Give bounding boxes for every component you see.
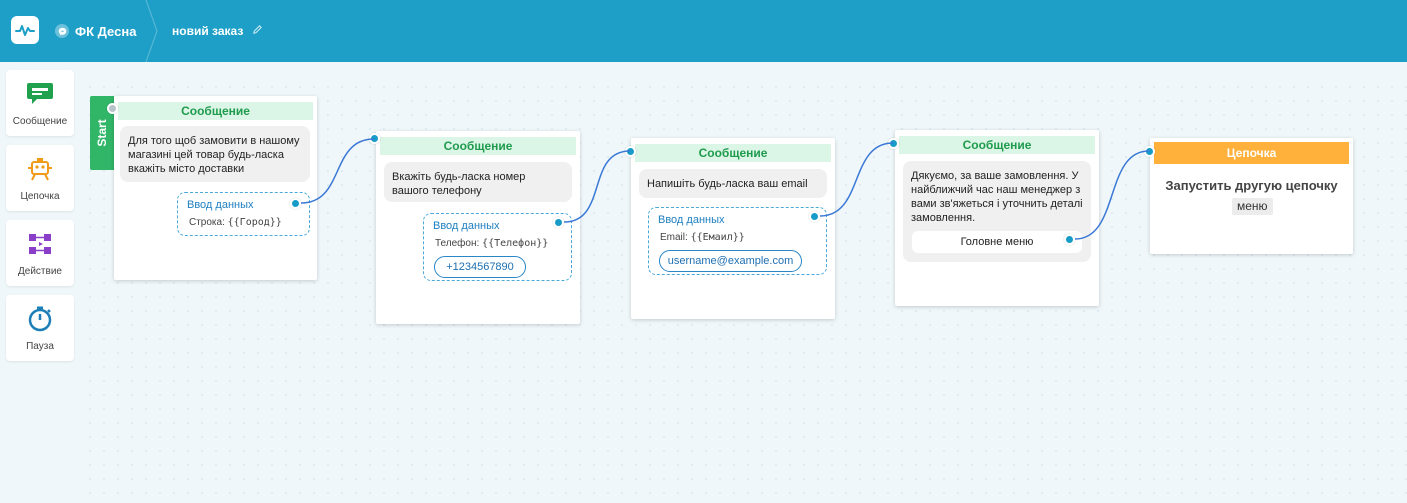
message-node[interactable]: Сообщение Напишіть будь-ласка ваш email … bbox=[631, 138, 835, 319]
node-input-port[interactable] bbox=[1144, 146, 1155, 157]
input-variable: {{Телефон}} bbox=[482, 238, 549, 249]
tool-pause[interactable]: Пауза bbox=[6, 295, 74, 361]
breadcrumb-separator-icon bbox=[145, 0, 158, 62]
tool-message[interactable]: Сообщение bbox=[6, 70, 74, 136]
input-description: Строка: {{Город}} bbox=[189, 217, 282, 228]
bot-name: ФК Десна bbox=[75, 23, 137, 39]
tool-action-label: Действие bbox=[18, 266, 62, 277]
input-example: +1234567890 bbox=[434, 256, 526, 278]
message-node[interactable]: Сообщение Для того щоб замовити в нашому… bbox=[114, 96, 317, 280]
input-label: Телефон: bbox=[435, 238, 480, 249]
breadcrumb-flow[interactable]: новий заказ bbox=[172, 0, 263, 62]
button-output-port[interactable] bbox=[1064, 234, 1075, 245]
message-node[interactable]: Сообщение Дякуємо, за ваше замовлення. У… bbox=[895, 130, 1099, 306]
top-bar: ФК Десна новий заказ bbox=[0, 0, 1407, 62]
edit-pencil-icon[interactable] bbox=[252, 24, 263, 38]
data-input-block[interactable]: Ввод данных Email: {{Емаил}} username@ex… bbox=[648, 207, 827, 275]
messenger-icon bbox=[55, 24, 69, 38]
node-header: Сообщение bbox=[380, 137, 576, 155]
tool-pause-label: Пауза bbox=[26, 341, 54, 352]
data-input-block[interactable]: Ввод данных Телефон: {{Телефон}} +123456… bbox=[423, 213, 572, 281]
node-input-port[interactable] bbox=[625, 146, 636, 157]
start-label: Start bbox=[95, 119, 109, 147]
input-label: Строка: bbox=[189, 217, 225, 228]
tool-chain-label: Цепочка bbox=[20, 191, 60, 202]
node-input-port[interactable] bbox=[107, 103, 118, 114]
node-output-port[interactable] bbox=[290, 198, 301, 209]
node-header: Сообщение bbox=[899, 136, 1095, 154]
tool-chain[interactable]: Цепочка bbox=[6, 145, 74, 211]
input-description: Email: {{Емаил}} bbox=[660, 232, 745, 243]
app-logo-icon[interactable] bbox=[11, 16, 39, 44]
message-node[interactable]: Сообщение Вкажіть будь-ласка номер вашог… bbox=[376, 131, 580, 324]
node-output-port[interactable] bbox=[809, 211, 820, 222]
input-title: Ввод данных bbox=[187, 199, 254, 211]
chain-node[interactable]: Цепочка Запустить другую цепочку меню bbox=[1150, 138, 1353, 254]
input-label: Email: bbox=[660, 232, 688, 243]
message-text[interactable]: Для того щоб замовити в нашому магазині … bbox=[120, 126, 310, 182]
node-input-port[interactable] bbox=[369, 133, 380, 144]
node-output-port[interactable] bbox=[553, 217, 564, 228]
tool-message-label: Сообщение bbox=[12, 116, 68, 127]
node-header: Сообщение bbox=[635, 144, 831, 162]
input-title: Ввод данных bbox=[433, 220, 500, 232]
timer-icon bbox=[26, 305, 54, 333]
tool-action[interactable]: Действие bbox=[6, 220, 74, 286]
main-menu-button[interactable]: Головне меню bbox=[912, 231, 1082, 253]
input-title: Ввод данных bbox=[658, 214, 725, 226]
message-text[interactable]: Напишіть будь-ласка ваш email bbox=[639, 169, 827, 198]
chain-name-tag[interactable]: меню bbox=[1232, 198, 1273, 215]
node-header: Сообщение bbox=[118, 102, 313, 120]
chain-icon bbox=[26, 155, 54, 183]
breadcrumb-bot[interactable]: ФК Десна bbox=[55, 0, 136, 62]
message-text[interactable]: Вкажіть будь-ласка номер вашого телефону bbox=[384, 162, 572, 202]
input-example: username@example.com bbox=[659, 250, 802, 272]
input-variable: {{Город}} bbox=[227, 217, 282, 228]
input-variable: {{Емаил}} bbox=[690, 232, 745, 243]
flow-name: новий заказ bbox=[172, 24, 244, 38]
data-input-block[interactable]: Ввод данных Строка: {{Город}} bbox=[177, 192, 310, 236]
message-body: Дякуємо, за ваше замовлення. У найближчи… bbox=[911, 170, 1083, 224]
chain-title: Запустить другую цепочку bbox=[1165, 178, 1338, 193]
chain-header: Цепочка bbox=[1154, 142, 1349, 164]
node-input-port[interactable] bbox=[888, 138, 899, 149]
input-description: Телефон: {{Телефон}} bbox=[435, 238, 548, 249]
action-icon bbox=[26, 230, 54, 258]
toolbox-sidebar: Сообщение Цепочка Действие Пауза bbox=[0, 62, 83, 503]
message-icon bbox=[26, 80, 54, 108]
